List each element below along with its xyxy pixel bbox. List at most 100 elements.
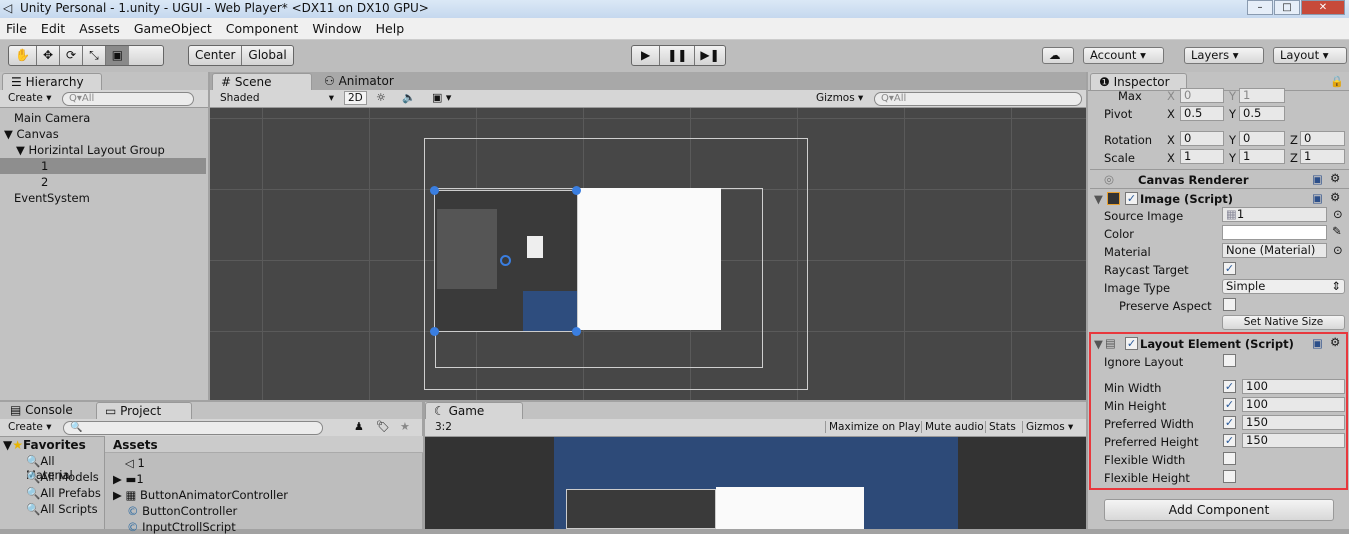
pivot-center-button[interactable]: Center bbox=[189, 46, 243, 65]
layout-element-header[interactable]: ▼ ▤ ✓ Layout Element (Script) ▣ ⚙ bbox=[1090, 334, 1349, 352]
gear-icon[interactable]: ⚙ bbox=[1330, 190, 1340, 204]
rect-handle[interactable] bbox=[572, 186, 581, 195]
lighting-icon[interactable]: ☼ bbox=[376, 91, 386, 104]
play-button[interactable]: ▶ bbox=[632, 46, 661, 65]
min-width-field[interactable]: 100 bbox=[1242, 379, 1345, 394]
set-native-size-button[interactable]: Set Native Size bbox=[1222, 315, 1345, 330]
expand-arrow-icon[interactable]: ▶ bbox=[113, 488, 122, 502]
2d-toggle[interactable]: 2D bbox=[344, 91, 367, 105]
tab-scene[interactable]: # Scene bbox=[212, 73, 312, 91]
tab-console[interactable]: ▤ Console bbox=[2, 402, 81, 420]
preferred-width-field[interactable]: 150 bbox=[1242, 415, 1345, 430]
expand-arrow-icon[interactable]: ▼ bbox=[16, 143, 25, 157]
hierarchy-item[interactable]: EventSystem bbox=[0, 190, 206, 206]
stats-toggle[interactable]: Stats bbox=[985, 421, 1016, 433]
pivot-x-field[interactable]: 0.5 bbox=[1180, 106, 1224, 121]
tab-hierarchy[interactable]: ☰ Hierarchy bbox=[2, 73, 102, 91]
min-height-field[interactable]: 100 bbox=[1242, 397, 1345, 412]
min-width-checkbox[interactable]: ✓ bbox=[1223, 380, 1236, 393]
pivot-y-field[interactable]: 0.5 bbox=[1239, 106, 1285, 121]
max-y-field[interactable]: 1 bbox=[1239, 88, 1285, 103]
rotation-x-field[interactable]: 0 bbox=[1180, 131, 1224, 146]
hierarchy-search-input[interactable]: Q▾All bbox=[62, 92, 194, 106]
collapse-arrow-icon[interactable]: ▼ bbox=[1094, 337, 1103, 351]
pivot-handle[interactable] bbox=[500, 255, 511, 266]
shading-dropdown[interactable]: Shaded ▾ bbox=[220, 92, 334, 104]
collapse-arrow-icon[interactable]: ▼ bbox=[1094, 192, 1103, 206]
aspect-dropdown[interactable]: 3:2 bbox=[435, 421, 452, 433]
gizmos-dropdown[interactable]: Gizmos ▾ bbox=[816, 92, 863, 104]
game-gizmos-dropdown[interactable]: Gizmos ▾ bbox=[1022, 421, 1073, 433]
menu-window[interactable]: Window bbox=[312, 21, 361, 36]
preferred-width-checkbox[interactable]: ✓ bbox=[1223, 416, 1236, 429]
preferred-height-field[interactable]: 150 bbox=[1242, 433, 1345, 448]
pause-button[interactable]: ❚❚ bbox=[660, 46, 696, 65]
audio-icon[interactable]: 🔈 bbox=[402, 91, 416, 104]
menu-assets[interactable]: Assets bbox=[79, 21, 120, 36]
hierarchy-item[interactable]: ▼ Canvas bbox=[0, 126, 206, 142]
filter-label-icon[interactable]: 🏷 bbox=[376, 420, 390, 433]
hierarchy-create-button[interactable]: Create ▾ bbox=[8, 92, 52, 104]
scene-viewport[interactable] bbox=[210, 108, 1086, 400]
object-picker-icon[interactable]: ⊙ bbox=[1333, 243, 1343, 257]
raycast-target-checkbox[interactable]: ✓ bbox=[1223, 262, 1236, 275]
eyedropper-icon[interactable]: ✎ bbox=[1332, 224, 1342, 238]
maximize-button[interactable]: □ bbox=[1274, 0, 1300, 15]
rect-handle[interactable] bbox=[430, 327, 439, 336]
layout-dropdown[interactable]: Layout ▾ bbox=[1273, 47, 1347, 64]
menu-gameobject[interactable]: GameObject bbox=[134, 21, 212, 36]
tab-animator[interactable]: ⚇ Animator bbox=[316, 73, 402, 91]
hierarchy-item[interactable]: ▼ Horizintal Layout Group bbox=[0, 142, 206, 158]
gear-icon[interactable]: ⚙ bbox=[1330, 171, 1340, 185]
scale-z-field[interactable]: 1 bbox=[1300, 149, 1345, 164]
help-icon[interactable]: ▣ bbox=[1312, 172, 1323, 186]
scale-y-field[interactable]: 1 bbox=[1239, 149, 1285, 164]
asset-item[interactable]: ◁ 1 bbox=[125, 456, 145, 470]
step-button[interactable]: ▶❚ bbox=[695, 46, 724, 65]
rect-handle[interactable] bbox=[430, 186, 439, 195]
material-field[interactable]: None (Material) bbox=[1222, 243, 1327, 258]
image-enabled-checkbox[interactable]: ✓ bbox=[1125, 192, 1138, 205]
ignore-layout-checkbox[interactable] bbox=[1223, 354, 1236, 367]
layers-dropdown[interactable]: Layers ▾ bbox=[1184, 47, 1264, 64]
asset-item[interactable]: ▶ ▬1 bbox=[113, 472, 144, 486]
help-icon[interactable]: ▣ bbox=[1312, 336, 1323, 350]
rotation-z-field[interactable]: 0 bbox=[1300, 131, 1345, 146]
add-component-button[interactable]: Add Component bbox=[1104, 499, 1334, 521]
image-script-header[interactable]: ▼ ✓ Image (Script) ▣ ⚙ bbox=[1090, 188, 1349, 206]
asset-item[interactable]: © ButtonController bbox=[127, 504, 237, 518]
menu-file[interactable]: File bbox=[6, 21, 27, 36]
tab-game[interactable]: ☾ Game bbox=[425, 402, 523, 420]
favorite-star-icon[interactable]: ★ bbox=[400, 420, 410, 433]
menu-help[interactable]: Help bbox=[376, 21, 405, 36]
layout-element-enabled-checkbox[interactable]: ✓ bbox=[1125, 337, 1138, 350]
expand-arrow-icon[interactable]: ▶ bbox=[113, 472, 122, 486]
hierarchy-item[interactable]: 2 bbox=[0, 174, 206, 190]
cloud-button[interactable]: ☁ bbox=[1042, 47, 1074, 64]
flexible-height-checkbox[interactable] bbox=[1223, 470, 1236, 483]
move-tool-icon[interactable]: ✥ bbox=[37, 46, 61, 65]
menu-edit[interactable]: Edit bbox=[41, 21, 65, 36]
mute-audio-toggle[interactable]: Mute audio bbox=[921, 421, 984, 433]
object-picker-icon[interactable]: ⊙ bbox=[1333, 207, 1343, 221]
game-viewport[interactable] bbox=[425, 437, 1086, 529]
minimize-button[interactable]: – bbox=[1247, 0, 1273, 15]
help-icon[interactable]: ▣ bbox=[1312, 191, 1323, 205]
favorites-header[interactable]: ▼★Favorites bbox=[3, 438, 86, 452]
lock-icon[interactable]: 🔒 bbox=[1330, 75, 1344, 88]
preserve-aspect-checkbox[interactable] bbox=[1223, 298, 1236, 311]
account-dropdown[interactable]: Account ▾ bbox=[1083, 47, 1164, 64]
scale-tool-icon[interactable]: ⤡ bbox=[83, 46, 106, 65]
pivot-global-button[interactable]: Global bbox=[242, 46, 292, 65]
menu-component[interactable]: Component bbox=[226, 21, 299, 36]
flexible-width-checkbox[interactable] bbox=[1223, 452, 1236, 465]
rect-handle[interactable] bbox=[572, 327, 581, 336]
image-2[interactable] bbox=[578, 188, 721, 330]
hierarchy-item[interactable]: Main Camera bbox=[0, 110, 206, 126]
scene-search-input[interactable]: Q▾All bbox=[874, 92, 1082, 106]
source-image-field[interactable]: ▦1 bbox=[1222, 207, 1327, 222]
asset-item[interactable]: ▶ ▦ ButtonAnimatorController bbox=[113, 488, 288, 502]
expand-arrow-icon[interactable]: ▼ bbox=[4, 127, 13, 141]
min-height-checkbox[interactable]: ✓ bbox=[1223, 398, 1236, 411]
filter-type-icon[interactable]: ♟ bbox=[354, 420, 364, 433]
